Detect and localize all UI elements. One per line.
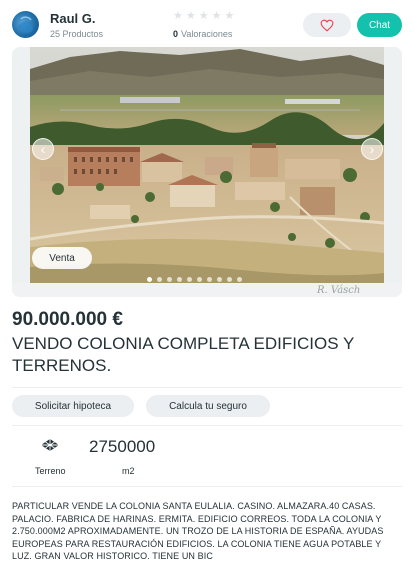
star-icon: ★ (185, 10, 196, 22)
chevron-left-icon[interactable]: ‹ (32, 138, 54, 160)
star-icon: ★ (224, 10, 235, 22)
divider (12, 486, 402, 487)
heart-icon (320, 19, 334, 32)
rating-stars: ★ ★ ★ ★ ★ (173, 11, 234, 22)
gallery-dots[interactable] (147, 277, 242, 282)
gallery-dot[interactable] (177, 277, 182, 282)
listing-description: PARTICULAR VENDE LA COLONIA SANTA EULALI… (12, 501, 384, 561)
seller-header: Raul G. 25 Productos ★ ★ ★ ★ ★ 0 Valoraci… (0, 0, 414, 48)
gallery-dot[interactable] (227, 277, 232, 282)
gallery-dot[interactable] (187, 277, 192, 282)
gallery-frame-right (384, 47, 402, 297)
gallery-dot[interactable] (217, 277, 222, 282)
mortgage-button[interactable]: Solicitar hipoteca (12, 395, 134, 417)
gallery-dot[interactable] (167, 277, 172, 282)
gallery-dot[interactable] (207, 277, 212, 282)
seller-name[interactable]: Raul G. (50, 11, 96, 26)
terrain-label: Terreno (35, 466, 66, 476)
gallery-dot[interactable] (157, 277, 162, 282)
sale-badge: Venta (32, 247, 92, 269)
ratings-count: 0 Valoraciones (173, 29, 232, 39)
ratings-number: 0 (173, 29, 179, 39)
star-icon: ★ (173, 10, 183, 22)
divider (12, 425, 402, 426)
divider (12, 387, 402, 388)
chevron-right-icon[interactable]: › (361, 138, 383, 160)
chat-button[interactable]: Chat (357, 13, 402, 37)
listing-title: VENDO COLONIA COMPLETA EDIFICIOS Y TERRE… (12, 334, 354, 375)
image-gallery[interactable]: ‹ › Venta R. Vásch (12, 47, 402, 297)
avatar[interactable] (12, 11, 39, 38)
land-plot-icon (40, 438, 60, 457)
gallery-frame-left (12, 47, 30, 297)
gallery-dot[interactable] (147, 277, 152, 282)
gallery-dot[interactable] (197, 277, 202, 282)
star-icon: ★ (211, 10, 222, 22)
favorite-button[interactable] (303, 13, 351, 37)
photo-watermark: R. Vásch (317, 285, 361, 296)
terrain-value: 2750000 (89, 437, 156, 456)
insurance-button[interactable]: Calcula tu seguro (146, 395, 270, 417)
star-icon: ★ (198, 10, 209, 22)
gallery-dot[interactable] (237, 277, 242, 282)
ratings-label: Valoraciones (181, 29, 233, 39)
listing-price: 90.000.000 € (12, 309, 123, 330)
seller-products-count: 25 Productos (50, 29, 104, 39)
terrain-unit: m2 (122, 466, 135, 476)
